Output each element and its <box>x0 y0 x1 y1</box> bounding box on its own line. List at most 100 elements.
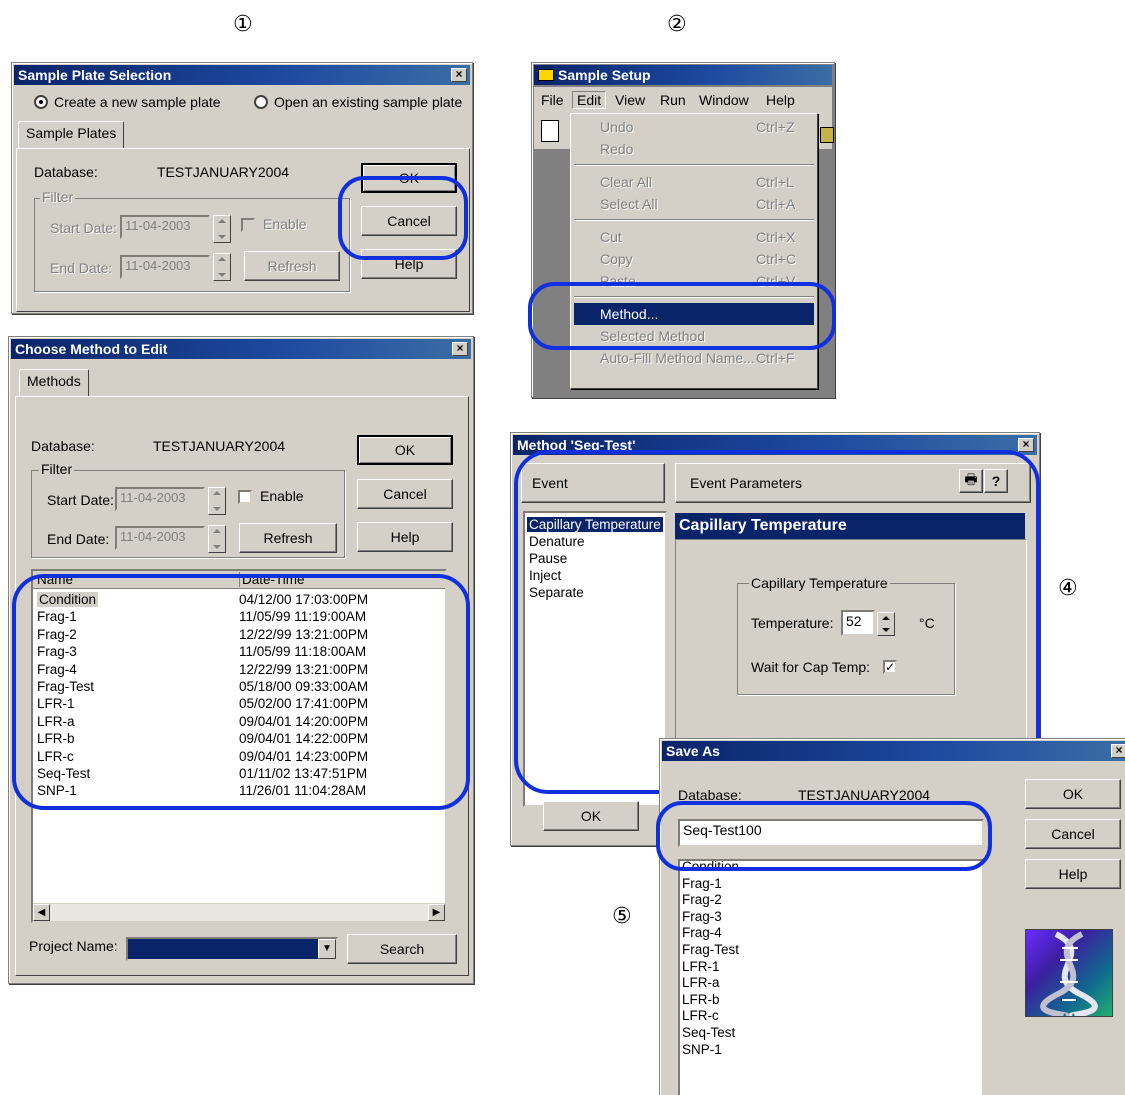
menu-edit[interactable]: Edit <box>572 91 607 109</box>
list-item[interactable]: LFR-a <box>682 975 978 993</box>
enable-checkbox[interactable] <box>238 490 252 504</box>
event-item-inject[interactable]: Inject <box>529 568 561 583</box>
method-date-cell: 05/02/00 17:41:00PM <box>239 696 369 712</box>
tab-methods[interactable]: Methods <box>19 369 89 397</box>
ok-button[interactable]: OK <box>357 435 453 465</box>
list-item[interactable]: Frag-2 <box>682 892 978 910</box>
menu-window[interactable]: Window <box>699 92 749 108</box>
menu-method[interactable]: Method... <box>574 303 814 325</box>
menu-cut[interactable]: Cut Ctrl+X <box>574 226 814 248</box>
table-row[interactable]: LFR-a 09/04/01 14:20:00PM <box>37 713 441 731</box>
start-date-field[interactable]: 11-04-2003 <box>115 487 205 511</box>
close-icon[interactable]: × <box>451 68 467 82</box>
list-item[interactable]: SNP-1 <box>682 1042 978 1060</box>
table-row[interactable]: SNP-1 11/26/01 11:04:28AM <box>37 782 441 800</box>
ok-button[interactable]: OK <box>361 163 457 193</box>
close-icon[interactable]: × <box>452 342 468 356</box>
column-header-name[interactable]: Name <box>37 572 237 587</box>
end-date-field[interactable]: 11-04-2003 <box>115 526 205 550</box>
start-date-spinner[interactable] <box>213 215 231 243</box>
dna-helix-graphic <box>1040 931 1098 1019</box>
refresh-button[interactable]: Refresh <box>244 251 340 281</box>
list-item[interactable]: Frag-Test <box>682 942 978 960</box>
method-name-cell: LFR-1 <box>37 696 75 712</box>
table-row[interactable]: LFR-1 05/02/00 17:41:00PM <box>37 695 441 713</box>
table-row[interactable]: LFR-c 09/04/01 14:23:00PM <box>37 748 441 766</box>
method-name-input[interactable]: Seq-Test100 <box>678 819 984 847</box>
end-date-spinner[interactable] <box>213 253 231 281</box>
menu-file[interactable]: File <box>541 92 564 108</box>
list-item[interactable]: LFR-1 <box>682 959 978 977</box>
project-name-label: Project Name: <box>29 938 118 954</box>
list-item[interactable]: Condition <box>682 861 978 877</box>
refresh-button[interactable]: Refresh <box>239 523 337 553</box>
table-row[interactable]: Condition 04/12/00 17:03:00PM <box>37 591 441 609</box>
table-row[interactable]: LFR-b 09/04/01 14:22:00PM <box>37 730 441 748</box>
horizontal-scrollbar[interactable]: ◀ ▶ <box>33 903 445 921</box>
close-icon[interactable]: × <box>1018 438 1034 452</box>
menu-selected-method[interactable]: Selected Method <box>574 325 814 347</box>
column-header-date[interactable]: Date-Time <box>239 572 305 587</box>
menu-clear-all[interactable]: Clear All Ctrl+L <box>574 171 814 193</box>
list-item[interactable]: LFR-c <box>682 1008 978 1026</box>
menu-run[interactable]: Run <box>660 92 686 108</box>
close-icon[interactable]: × <box>1111 744 1125 758</box>
list-item[interactable]: Frag-1 <box>682 876 978 894</box>
temperature-field[interactable]: 52 <box>841 610 875 636</box>
table-row[interactable]: Frag-2 12/22/99 13:21:00PM <box>37 626 441 644</box>
save-as-dialog: Save As × Database: TESTJANUARY2004 Seq-… <box>659 738 1125 1095</box>
wait-for-cap-temp-checkbox[interactable]: ✓ <box>883 660 897 674</box>
table-row[interactable]: Frag-Test 05/18/00 09:33:00AM <box>37 678 441 696</box>
list-item[interactable]: Seq-Test <box>682 1025 978 1043</box>
search-button[interactable]: Search <box>347 934 457 964</box>
enable-checkbox[interactable] <box>241 218 255 232</box>
menu-redo[interactable]: Redo <box>574 138 814 160</box>
event-item-separate[interactable]: Separate <box>529 585 584 600</box>
event-item-capillary-temperature[interactable]: Capillary Temperature <box>527 517 663 532</box>
menu-copy[interactable]: Copy Ctrl+C <box>574 248 814 270</box>
method-name-cell: Frag-Test <box>37 679 95 694</box>
end-date-field[interactable]: 11-04-2003 <box>120 255 210 279</box>
chevron-down-icon[interactable]: ▼ <box>318 939 336 959</box>
table-row[interactable]: Seq-Test 01/11/02 13:47:51PM <box>37 765 441 783</box>
create-new-radio[interactable] <box>34 95 48 109</box>
tab-sample-plates[interactable]: Sample Plates <box>18 121 125 149</box>
scroll-right-icon[interactable]: ▶ <box>428 904 445 921</box>
list-item[interactable]: LFR-b <box>682 992 978 1010</box>
ok-button[interactable]: OK <box>1025 779 1121 809</box>
temperature-spinner[interactable] <box>877 612 895 636</box>
ok-button[interactable]: OK <box>543 801 639 831</box>
temperature-label: Temperature: <box>751 615 834 631</box>
event-item-pause[interactable]: Pause <box>529 551 567 566</box>
sample-setup-window: Sample Setup File Edit View Run Window H… <box>531 62 835 398</box>
menu-view[interactable]: View <box>615 92 645 108</box>
menu-help[interactable]: Help <box>766 92 795 108</box>
help-icon[interactable]: ? <box>984 469 1008 493</box>
menu-paste[interactable]: Paste Ctrl+V <box>574 270 814 292</box>
end-date-spinner[interactable] <box>208 525 226 553</box>
cancel-button[interactable]: Cancel <box>1025 819 1121 849</box>
help-button[interactable]: Help <box>1025 859 1121 889</box>
new-document-icon[interactable] <box>541 120 559 142</box>
start-date-spinner[interactable] <box>208 487 226 515</box>
project-name-dropdown[interactable]: ▼ <box>126 937 338 961</box>
table-row[interactable]: Frag-4 12/22/99 13:21:00PM <box>37 661 441 679</box>
list-item[interactable]: Frag-3 <box>682 909 978 927</box>
start-date-field[interactable]: 11-04-2003 <box>120 215 210 239</box>
table-row[interactable]: Frag-1 11/05/99 11:19:00AM <box>37 608 441 626</box>
open-existing-radio[interactable] <box>254 95 268 109</box>
help-button[interactable]: Help <box>357 522 453 552</box>
toolbar-icon[interactable] <box>820 127 834 143</box>
help-button[interactable]: Help <box>361 249 457 279</box>
table-row[interactable]: Frag-3 11/05/99 11:18:00AM <box>37 643 441 661</box>
menu-auto-fill[interactable]: Auto-Fill Method Name... Ctrl+F <box>574 347 814 369</box>
menu-select-all[interactable]: Select All Ctrl+A <box>574 193 814 215</box>
cancel-button[interactable]: Cancel <box>357 479 453 509</box>
method-name-cell: Frag-4 <box>37 661 77 677</box>
event-item-denature[interactable]: Denature <box>529 534 585 549</box>
cancel-button[interactable]: Cancel <box>361 206 457 236</box>
print-icon[interactable]: 🖶 <box>959 469 983 493</box>
menu-undo[interactable]: Undo Ctrl+Z <box>574 116 814 138</box>
scroll-left-icon[interactable]: ◀ <box>33 904 50 921</box>
list-item[interactable]: Frag-4 <box>682 925 978 943</box>
